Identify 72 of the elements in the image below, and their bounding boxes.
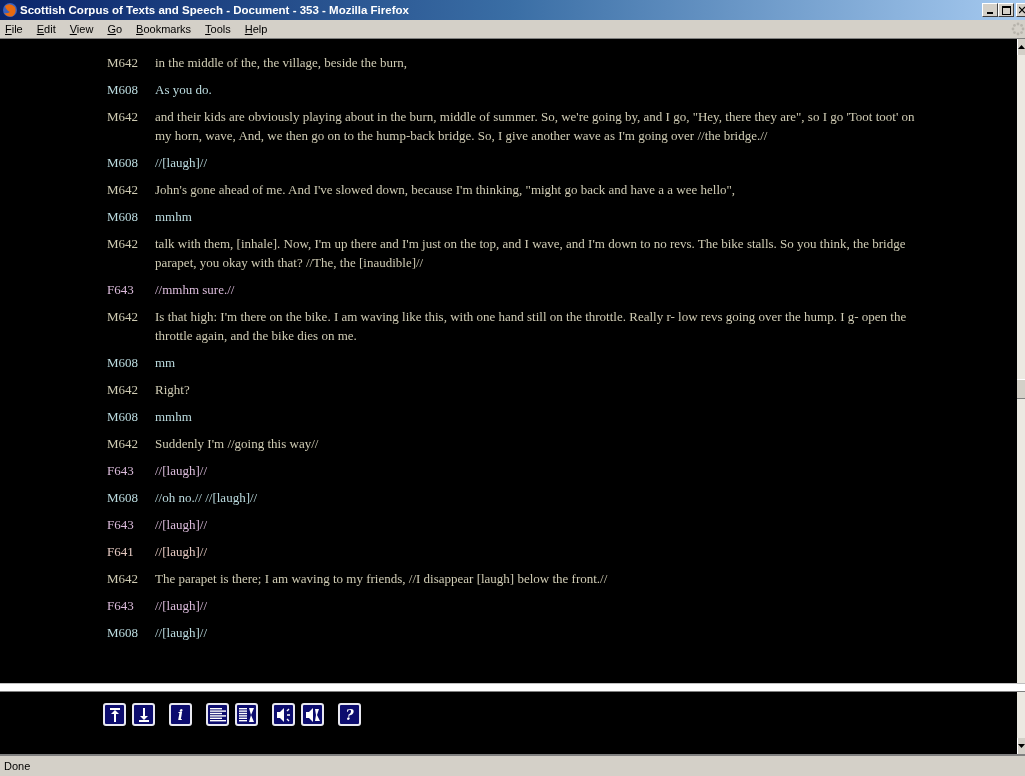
speaker-label: M608 <box>107 624 140 642</box>
jump-to-bottom-icon <box>137 707 150 722</box>
scrollbar-thumb[interactable] <box>1017 379 1025 399</box>
toolbar-button[interactable] <box>132 703 155 726</box>
speaker-label: M642 <box>107 381 140 399</box>
scroll-up-icon[interactable] <box>1017 39 1025 55</box>
speaker-label: M608 <box>107 154 140 172</box>
toolbar-button[interactable]: i <box>169 703 192 726</box>
speaker-label: M642 <box>107 235 140 253</box>
utterance-text: //[laugh]// <box>155 624 208 642</box>
utterance-text: Is that high: I'm there on the bike. I am waving like this, with one hand still on the throttle. Really r- low revs going over the hump. I g- open the throttle again, and the bike dies on me. <box>155 308 908 345</box>
globe-icon <box>2 2 18 18</box>
speaker-label: F643 <box>107 462 135 480</box>
utterance-text: John's gone ahead of me. And I've slowed down, because I'm thinking, "might go back and have a a wee hello", <box>155 181 737 199</box>
speaker-label: M608 <box>107 81 140 99</box>
speaker-label: M642 <box>107 308 140 326</box>
utterance-text: //[laugh]// <box>155 516 208 534</box>
maximize-button[interactable] <box>998 3 1014 17</box>
utterance-text: //mmhm sure.// <box>155 281 236 299</box>
speaker-label: F643 <box>107 516 135 534</box>
toolbar-button[interactable] <box>272 703 295 726</box>
status-text: Done <box>4 760 31 772</box>
menu-item[interactable]: Bookmarks <box>135 23 199 35</box>
text-lines-icon <box>209 707 226 722</box>
speaker-label: M642 <box>107 108 140 126</box>
utterance-text: and their kids are obviously playing about in the burn, middle of summer. So, we're going by, and I go, "Hey, there they are", so I go 'Toot toot' on my horn, wave, And, we then go on to the hump-back bridge. So, I give another wave as I'm going over //the bridge.// <box>155 108 916 145</box>
utterance-text: mm <box>155 354 177 372</box>
menu-item[interactable]: Help <box>243 23 275 35</box>
toolbar-button[interactable]: ? <box>338 703 361 726</box>
speaker-label: M642 <box>107 54 140 72</box>
throbber-icon <box>1011 22 1025 36</box>
jump-to-top-icon <box>108 707 121 722</box>
utterance-text: mmhm <box>155 408 193 426</box>
toolbar-button[interactable] <box>235 703 258 726</box>
speaker-label: M608 <box>107 354 140 372</box>
utterance-text: //[laugh]// <box>155 597 208 615</box>
speaker-label: M608 <box>107 208 140 226</box>
menu-item[interactable]: File <box>4 23 30 35</box>
toolbar-button[interactable] <box>103 703 126 726</box>
toolbar-button[interactable] <box>301 703 324 726</box>
speaker-label: M642 <box>107 570 140 588</box>
utterance-text: in the middle of the, the village, beside the burn, <box>155 54 408 72</box>
utterance-text: mmhm <box>155 208 193 226</box>
speaker-label: F641 <box>107 543 135 561</box>
speaker-icon <box>304 707 321 722</box>
speaker-icon <box>275 707 292 722</box>
utterance-text: //[laugh]// <box>155 154 208 172</box>
window-title: Scottish Corpus of Texts and Speech - Document - 353 - Mozilla Firefox <box>20 4 409 16</box>
speaker-label: M642 <box>107 181 140 199</box>
utterance-text: talk with them, [inhale]. Now, I'm up there and I'm just on the top, and I wave, and I'm down to no revs. The bike stalls. So you think, the bridge parapet, you okay with that? //The, the [inaudible]// <box>155 235 907 272</box>
utterance-text: Right? <box>155 381 191 399</box>
utterance-text: //[laugh]// <box>155 462 208 480</box>
speaker-label: M608 <box>107 489 140 507</box>
maximize-icon <box>1001 5 1011 15</box>
close-button[interactable] <box>1016 3 1025 17</box>
utterance-text: As you do. <box>155 81 213 99</box>
menu-item[interactable]: Edit <box>35 23 63 35</box>
scroll-down-icon[interactable] <box>1017 738 1025 754</box>
utterance-text: The parapet is there; I am waving to my friends, //I disappear [laugh] below the front.// <box>155 570 609 588</box>
speaker-label: F643 <box>107 597 135 615</box>
utterance-text: //oh no.// //[laugh]// <box>155 489 259 507</box>
menu-item[interactable]: View <box>68 23 101 35</box>
text-scroll-icon <box>238 707 255 722</box>
speaker-label: M642 <box>107 435 140 453</box>
minimize-button[interactable] <box>982 3 998 17</box>
utterance-text: Suddenly I'm //going this way// <box>155 435 320 453</box>
menu-item[interactable]: Tools <box>204 23 238 35</box>
utterance-text: //[laugh]// <box>155 543 208 561</box>
toolbar-button[interactable] <box>206 703 229 726</box>
speaker-label: F643 <box>107 281 135 299</box>
menu-item[interactable]: Go <box>106 23 130 35</box>
speaker-label: M608 <box>107 408 140 426</box>
